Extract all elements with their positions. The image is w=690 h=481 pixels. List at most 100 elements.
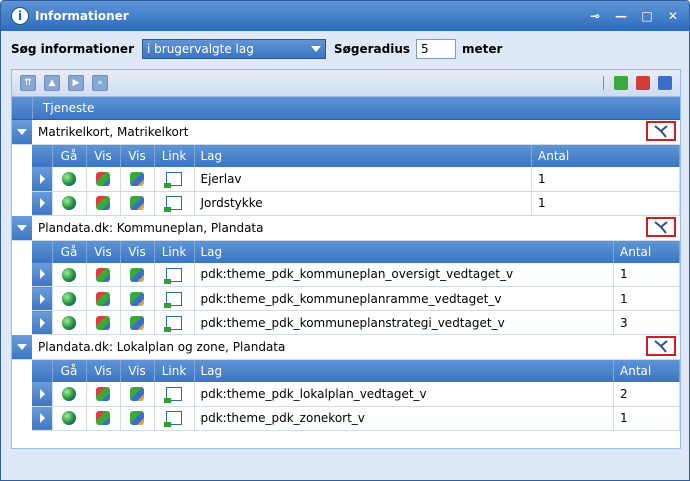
goto-cell[interactable] (52, 310, 87, 335)
minimize-icon[interactable]: — (611, 6, 631, 26)
col-ga[interactable]: Gå (52, 360, 87, 382)
goto-cell[interactable] (52, 167, 87, 192)
col-link[interactable]: Link (154, 360, 195, 382)
show-cell[interactable] (86, 262, 121, 287)
col-vis[interactable]: Vis (120, 145, 155, 167)
remove-icon[interactable] (646, 336, 676, 356)
maximize-icon[interactable]: □ (637, 6, 657, 26)
layer-row[interactable]: pdk:theme_pdk_kommuneplanramme_vedtaget_… (32, 286, 680, 311)
col-vis[interactable]: Vis (120, 240, 155, 263)
export-pdf-icon[interactable] (636, 76, 650, 90)
globe-icon[interactable] (62, 196, 76, 211)
link-icon[interactable] (164, 315, 182, 332)
goto-cell[interactable] (52, 262, 87, 287)
show-map-icon[interactable] (130, 291, 144, 306)
radius-input[interactable]: 5 (416, 39, 457, 59)
show-map-cell[interactable] (120, 286, 155, 311)
row-expander[interactable] (32, 191, 53, 216)
goto-cell[interactable] (52, 191, 87, 216)
show-map-cell[interactable] (120, 191, 155, 216)
globe-icon[interactable] (62, 387, 76, 401)
col-link[interactable]: Link (154, 240, 195, 263)
link-cell[interactable] (154, 191, 195, 216)
show-map-icon[interactable] (130, 172, 144, 186)
show-info-icon[interactable] (96, 267, 110, 282)
show-cell[interactable] (86, 310, 121, 335)
globe-icon[interactable] (62, 267, 76, 282)
globe-icon[interactable] (62, 172, 76, 186)
show-info-icon[interactable] (96, 411, 110, 426)
layer-row[interactable]: pdk:theme_pdk_kommuneplanstrategi_vedtag… (32, 310, 680, 335)
show-map-cell[interactable] (120, 167, 155, 192)
col-ga[interactable]: Gå (52, 145, 87, 167)
goto-cell[interactable] (52, 286, 87, 311)
link-icon[interactable] (164, 291, 182, 308)
show-info-icon[interactable] (96, 291, 110, 306)
row-expander[interactable] (32, 382, 53, 407)
collapse-all-icon[interactable]: ⇈ (20, 75, 36, 91)
show-map-cell[interactable] (120, 310, 155, 335)
show-info-icon[interactable] (96, 315, 110, 330)
show-info-icon[interactable] (96, 387, 110, 401)
group-expander[interactable] (12, 335, 32, 359)
link-cell[interactable] (154, 286, 195, 311)
col-vis[interactable]: Vis (86, 360, 121, 382)
close-icon[interactable]: ✕ (663, 6, 683, 26)
row-expander[interactable] (32, 167, 53, 192)
show-map-icon[interactable] (130, 315, 144, 330)
link-cell[interactable] (154, 167, 195, 192)
show-info-icon[interactable] (96, 196, 110, 211)
link-cell[interactable] (154, 382, 195, 407)
show-cell[interactable] (86, 191, 121, 216)
show-map-cell[interactable] (120, 382, 155, 407)
link-icon[interactable] (164, 196, 182, 213)
show-map-icon[interactable] (130, 387, 144, 401)
show-map-icon[interactable] (130, 267, 144, 282)
show-cell[interactable] (86, 286, 121, 311)
show-map-icon[interactable] (130, 196, 144, 211)
goto-cell[interactable] (52, 406, 87, 431)
row-expander[interactable] (32, 406, 53, 431)
col-vis[interactable]: Vis (86, 145, 121, 167)
remove-icon[interactable] (646, 216, 676, 237)
group-expander[interactable] (12, 120, 32, 144)
col-antal[interactable]: Antal (613, 360, 680, 382)
col-antal[interactable]: Antal (531, 145, 680, 167)
globe-icon[interactable] (62, 411, 76, 426)
col-vis[interactable]: Vis (120, 360, 155, 382)
col-link[interactable]: Link (154, 145, 195, 167)
layer-row[interactable]: Ejerlav 1 (32, 167, 680, 192)
col-lag[interactable]: Lag (194, 240, 614, 263)
service-group[interactable]: Plandata.dk: Lokalplan og zone, Plandata (12, 335, 680, 360)
col-vis[interactable]: Vis (86, 240, 121, 263)
row-expander[interactable] (32, 286, 53, 311)
link-cell[interactable] (154, 310, 195, 335)
pin-icon[interactable]: ⊸ (585, 6, 605, 26)
link-icon[interactable] (164, 387, 182, 403)
link-cell[interactable] (154, 262, 195, 287)
expand-all-icon[interactable]: » (92, 75, 108, 91)
show-info-icon[interactable] (96, 172, 110, 186)
col-lag[interactable]: Lag (194, 360, 614, 382)
col-ga[interactable]: Gå (52, 240, 87, 263)
row-expander[interactable] (32, 262, 53, 287)
show-cell[interactable] (86, 167, 121, 192)
col-lag[interactable]: Lag (194, 145, 532, 167)
scope-select[interactable]: i brugervalgte lag (142, 39, 326, 59)
service-group[interactable]: Plandata.dk: Kommuneplan, Plandata (12, 215, 680, 241)
service-group[interactable]: Matrikelkort, Matrikelkort (12, 120, 680, 145)
expand-icon[interactable]: ▶ (68, 75, 84, 91)
remove-icon[interactable] (646, 121, 676, 141)
link-icon[interactable] (164, 411, 182, 428)
link-cell[interactable] (154, 406, 195, 431)
show-map-cell[interactable] (120, 406, 155, 431)
export-excel-icon[interactable] (614, 76, 628, 90)
export-table-icon[interactable] (658, 76, 672, 90)
link-icon[interactable] (164, 172, 182, 188)
layer-row[interactable]: pdk:theme_pdk_lokalplan_vedtaget_v 2 (32, 382, 680, 407)
layer-row[interactable]: pdk:theme_pdk_kommuneplan_oversigt_vedta… (32, 262, 680, 287)
globe-icon[interactable] (62, 291, 76, 306)
layer-row[interactable]: Jordstykke 1 (32, 191, 680, 216)
goto-cell[interactable] (52, 382, 87, 407)
layer-row[interactable]: pdk:theme_pdk_zonekort_v 1 (32, 406, 680, 431)
